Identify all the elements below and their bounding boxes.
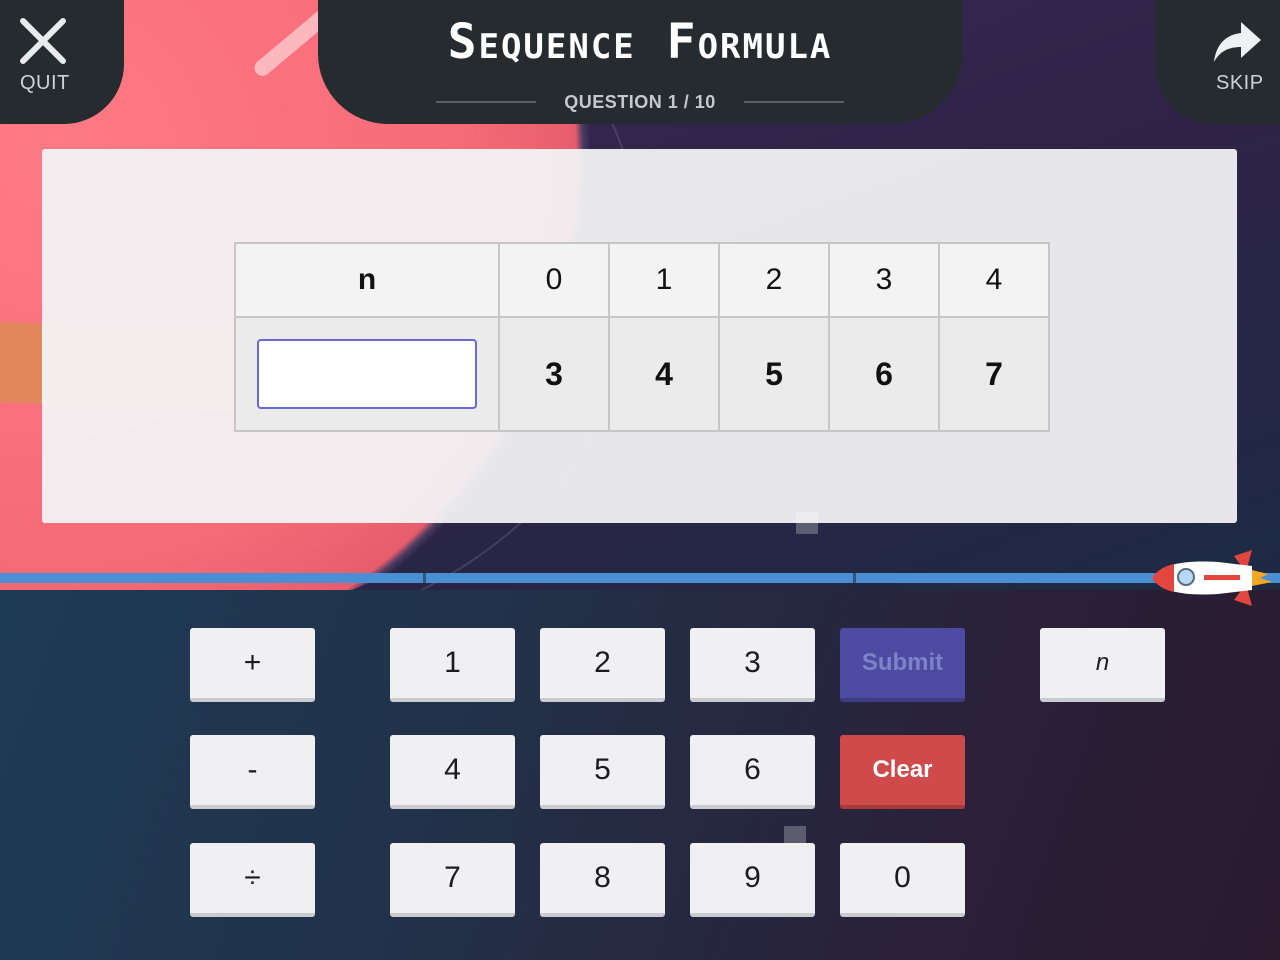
skip-label: SKIP xyxy=(1216,72,1264,94)
close-icon xyxy=(20,18,66,64)
decorative-square xyxy=(796,512,818,534)
sequence-value-cell: 4 xyxy=(608,316,720,432)
quit-button[interactable]: QUIT xyxy=(0,0,124,124)
digit-key-1[interactable]: 1 xyxy=(390,628,515,702)
n-value-cell: 4 xyxy=(938,242,1050,318)
n-row: n 0 1 2 3 4 xyxy=(234,242,1050,318)
divide-key[interactable]: ÷ xyxy=(190,843,315,917)
sequence-value-cell: 3 xyxy=(498,316,610,432)
sequence-row: 3 4 5 6 7 xyxy=(234,316,1050,432)
question-counter: QUESTION 1 / 10 xyxy=(564,91,716,112)
plus-key[interactable]: + xyxy=(190,628,315,702)
variable-n-key[interactable]: n xyxy=(1040,628,1165,702)
digit-key-0[interactable]: 0 xyxy=(840,843,965,917)
n-value-cell: 2 xyxy=(718,242,830,318)
digit-key-2[interactable]: 2 xyxy=(540,628,665,702)
rocket-icon xyxy=(1152,550,1272,606)
sequence-value-cell: 5 xyxy=(718,316,830,432)
progress-bar xyxy=(0,573,1280,583)
progress-segment-divider xyxy=(853,573,856,583)
quit-label: QUIT xyxy=(20,72,70,94)
n-header: n xyxy=(234,242,500,318)
question-counter-row: QUESTION 1 / 10 xyxy=(436,92,844,112)
skip-button[interactable]: SKIP xyxy=(1155,0,1280,124)
sequence-value-cell: 7 xyxy=(938,316,1050,432)
divider-right xyxy=(743,101,844,103)
digit-key-5[interactable]: 5 xyxy=(540,735,665,809)
page-title: Sequence Formula xyxy=(447,14,833,70)
digit-key-6[interactable]: 6 xyxy=(690,735,815,809)
answer-cell xyxy=(234,316,500,432)
n-value-cell: 1 xyxy=(608,242,720,318)
digit-key-3[interactable]: 3 xyxy=(690,628,815,702)
clear-button[interactable]: Clear xyxy=(840,735,965,809)
digit-key-4[interactable]: 4 xyxy=(390,735,515,809)
formula-input[interactable] xyxy=(257,339,477,409)
divider-left xyxy=(436,101,536,103)
sequence-table: n 0 1 2 3 4 3 4 5 6 7 xyxy=(234,242,1050,432)
n-value-cell: 3 xyxy=(828,242,940,318)
digit-key-8[interactable]: 8 xyxy=(540,843,665,917)
digit-key-9[interactable]: 9 xyxy=(690,843,815,917)
title-panel: Sequence Formula QUESTION 1 / 10 xyxy=(318,0,962,124)
question-card: n 0 1 2 3 4 3 4 5 6 7 xyxy=(42,149,1237,523)
decorative-square xyxy=(784,826,806,844)
digit-key-7[interactable]: 7 xyxy=(390,843,515,917)
n-value-cell: 0 xyxy=(498,242,610,318)
sequence-value-cell: 6 xyxy=(828,316,940,432)
minus-key[interactable]: - xyxy=(190,735,315,809)
submit-button[interactable]: Submit xyxy=(840,628,965,702)
share-arrow-icon xyxy=(1214,22,1261,62)
progress-segment-divider xyxy=(423,573,426,583)
